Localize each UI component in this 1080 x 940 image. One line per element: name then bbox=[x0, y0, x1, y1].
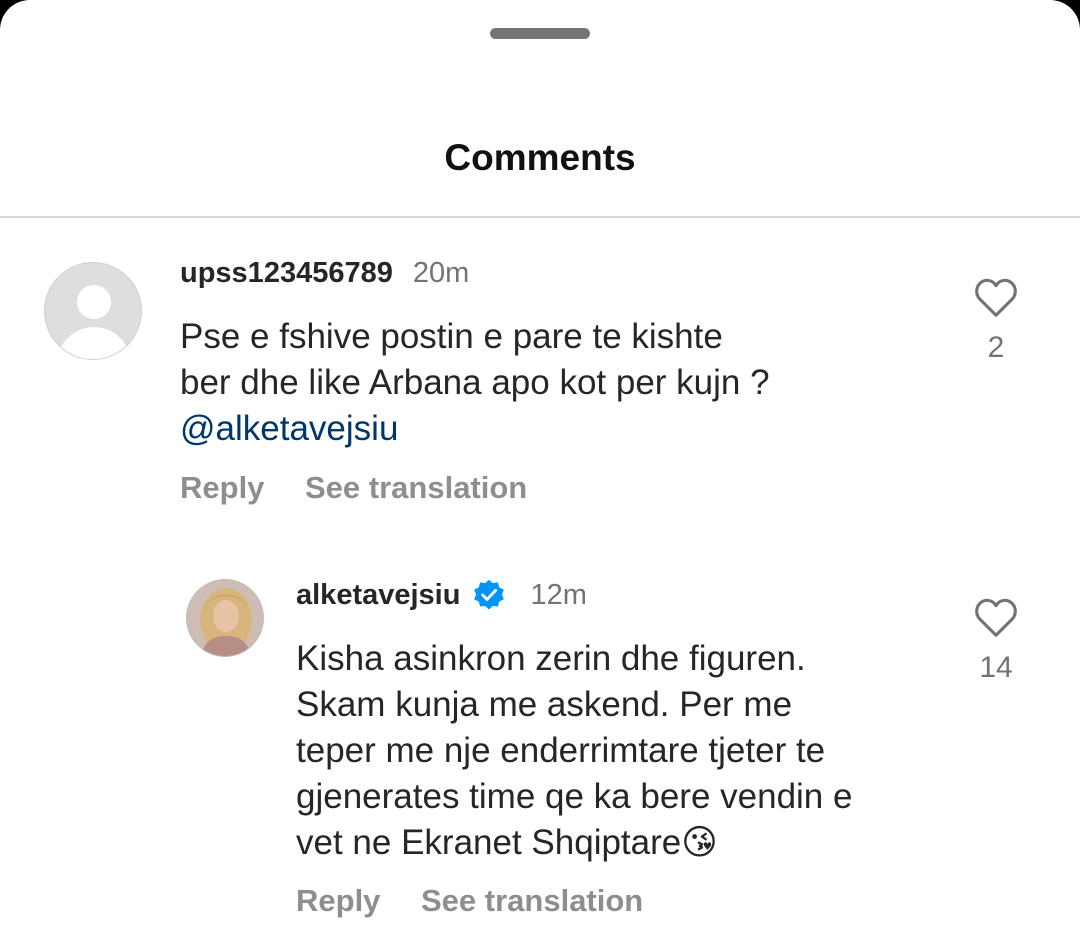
reply-button[interactable]: Reply bbox=[296, 883, 380, 919]
default-avatar[interactable] bbox=[44, 262, 142, 360]
heart-outline-icon[interactable] bbox=[974, 598, 1018, 638]
reply-button[interactable]: Reply bbox=[180, 470, 264, 506]
comment-line: vet ne Ekranet Shqiptare😘 bbox=[296, 823, 718, 862]
comments-sheet: Comments upss123456789 20m Pse e fshive … bbox=[0, 0, 1080, 940]
like-count: 14 bbox=[979, 651, 1013, 684]
timestamp: 12m bbox=[530, 578, 587, 611]
see-translation-button[interactable]: See translation bbox=[305, 470, 527, 506]
comment-line: Pse e fshive postin e pare te kishte bbox=[180, 317, 723, 356]
comment-header: upss123456789 20m bbox=[180, 257, 469, 290]
header-divider bbox=[0, 216, 1080, 218]
comment-line: Kisha asinkron zerin dhe figuren. bbox=[296, 639, 806, 678]
comment-text: Kisha asinkron zerin dhe figuren. Skam k… bbox=[296, 636, 852, 866]
see-translation-button[interactable]: See translation bbox=[421, 883, 643, 919]
verified-badge-icon bbox=[474, 579, 505, 610]
comment-text: Pse e fshive postin e pare te kishte ber… bbox=[180, 314, 770, 452]
like-count: 2 bbox=[987, 331, 1005, 364]
comment-line: Skam kunja me askend. Per me bbox=[296, 685, 793, 724]
comment-line: ber dhe like Arbana apo kot per kujn ? bbox=[180, 363, 770, 402]
mention-link[interactable]: @alketavejsiu bbox=[180, 406, 770, 452]
timestamp: 20m bbox=[412, 257, 470, 289]
comment-header: alketavejsiu 12m bbox=[296, 578, 587, 612]
sheet-title: Comments bbox=[444, 137, 636, 178]
username[interactable]: alketavejsiu bbox=[296, 579, 460, 612]
comment-line: teper me nje enderrimtare tjeter te bbox=[296, 731, 826, 770]
username[interactable]: upss123456789 bbox=[180, 257, 393, 290]
comment-line: gjenerates time qe ka bere vendin e bbox=[296, 777, 853, 816]
drag-handle[interactable] bbox=[490, 28, 590, 39]
heart-outline-icon[interactable] bbox=[974, 278, 1018, 318]
profile-photo-avatar[interactable] bbox=[186, 579, 264, 657]
